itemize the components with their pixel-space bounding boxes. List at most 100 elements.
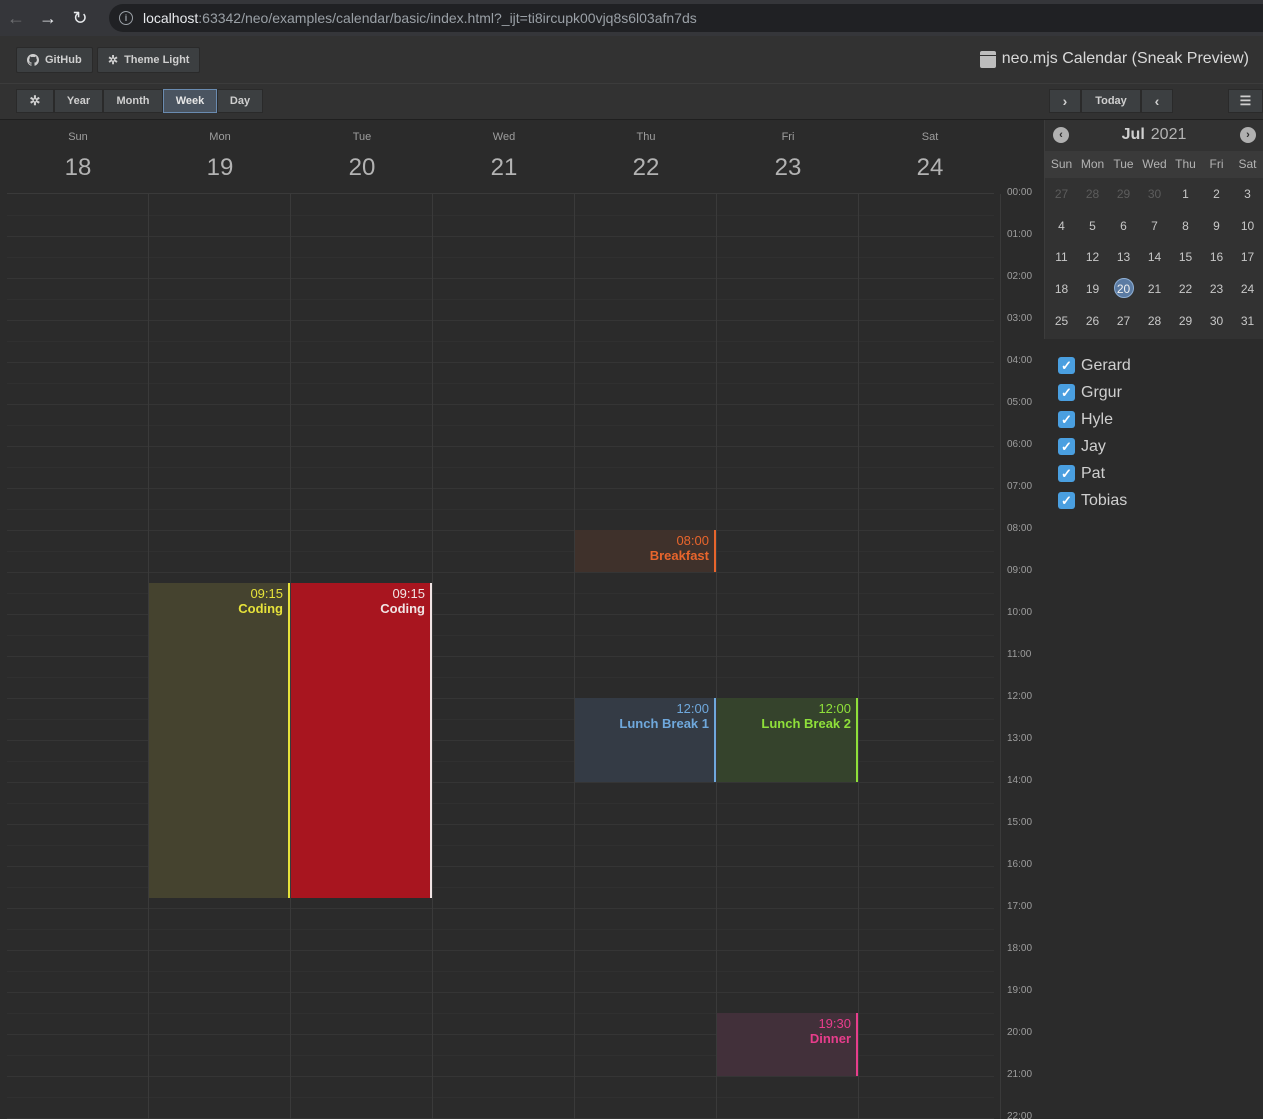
checkbox[interactable]: ✓ [1058, 384, 1075, 401]
date-cell[interactable]: 13 [1108, 246, 1139, 268]
day-header[interactable]: Sat 24 [859, 120, 1001, 193]
date-cell[interactable]: 17 [1232, 246, 1263, 268]
date-cell[interactable]: 2 [1201, 183, 1232, 205]
calendar-item[interactable]: ✓ Gerard [1058, 352, 1131, 379]
date-cell[interactable]: 7 [1139, 215, 1170, 237]
theme-button[interactable]: ✲ Theme Light [97, 47, 201, 73]
date-cell[interactable]: 6 [1108, 215, 1139, 237]
back-icon[interactable]: ← [0, 0, 32, 36]
day-header[interactable]: Wed 21 [433, 120, 575, 193]
date-cell[interactable]: 30 [1201, 310, 1232, 332]
calendar-item[interactable]: ✓ Pat [1058, 460, 1131, 487]
date-cell-label: 18 [1054, 282, 1069, 297]
calendar-item[interactable]: ✓ Grgur [1058, 379, 1131, 406]
day-header[interactable]: Tue 20 [291, 120, 433, 193]
calendar-item[interactable]: ✓ Hyle [1058, 406, 1131, 433]
checkbox[interactable]: ✓ [1058, 492, 1075, 509]
day-number: 18 [64, 154, 92, 181]
calendar-event[interactable]: 09:15 Coding [149, 582, 290, 898]
tab-day[interactable]: Day [217, 89, 263, 113]
checkbox[interactable]: ✓ [1058, 411, 1075, 428]
menu-button[interactable]: ☰ [1228, 89, 1263, 113]
date-cell[interactable]: 27 [1108, 310, 1139, 332]
date-cell[interactable]: 3 [1232, 183, 1263, 205]
github-button[interactable]: GitHub [16, 47, 93, 73]
date-cell[interactable]: 5 [1077, 215, 1108, 237]
date-cell[interactable]: 14 [1139, 246, 1170, 268]
date-cell-label: 20 [1113, 278, 1134, 299]
date-cell[interactable]: 20 [1108, 278, 1139, 300]
date-cell[interactable]: 31 [1232, 310, 1263, 332]
date-cell[interactable]: 15 [1170, 246, 1201, 268]
date-cell[interactable]: 8 [1170, 215, 1201, 237]
time-label: 12:00 [1007, 691, 1033, 702]
date-cell[interactable]: 1 [1170, 183, 1201, 205]
calendar-event[interactable]: 12:00 Lunch Break 1 [575, 698, 716, 782]
address-bar[interactable]: i localhost:63342/neo/examples/calendar/… [109, 4, 1263, 32]
date-cell[interactable]: 10 [1232, 215, 1263, 237]
grid-line [7, 1076, 994, 1077]
date-cell-label: 26 [1085, 313, 1100, 328]
date-cell[interactable]: 16 [1201, 246, 1232, 268]
tab-month[interactable]: Month [103, 89, 163, 113]
next-month-icon[interactable]: › [1240, 127, 1256, 143]
checkbox[interactable]: ✓ [1058, 438, 1075, 455]
date-cell[interactable]: 23 [1201, 278, 1232, 300]
day-number: 23 [774, 154, 802, 181]
date-cell[interactable]: 22 [1170, 278, 1201, 300]
calendar-event[interactable]: 19:30 Dinner [717, 1013, 858, 1076]
date-cell[interactable]: 28 [1139, 310, 1170, 332]
date-cell[interactable]: 18 [1046, 278, 1077, 300]
checkbox[interactable]: ✓ [1058, 357, 1075, 374]
date-cell[interactable]: 12 [1077, 246, 1108, 268]
date-cell[interactable]: 29 [1170, 310, 1201, 332]
calendar-item[interactable]: ✓ Jay [1058, 433, 1131, 460]
grid-line [7, 425, 994, 426]
date-cell-label: 3 [1244, 187, 1251, 201]
date-cell[interactable]: 19 [1077, 278, 1108, 300]
time-label: 07:00 [1007, 481, 1033, 492]
grid-line [7, 929, 994, 930]
date-cell[interactable]: 30 [1139, 183, 1170, 205]
date-cell[interactable]: 25 [1046, 310, 1077, 332]
date-cell[interactable]: 9 [1201, 215, 1232, 237]
date-cell[interactable]: 27 [1046, 183, 1077, 205]
prev-button[interactable]: ‹ [1141, 89, 1173, 113]
day-header[interactable]: Sun 18 [7, 120, 149, 193]
date-cell[interactable]: 26 [1077, 310, 1108, 332]
reload-icon[interactable]: ↻ [64, 0, 96, 36]
info-icon[interactable]: i [119, 11, 133, 25]
time-grid[interactable]: 08:00 Breakfast 09:15 Coding 09:15 Coding 12:0… [7, 193, 1001, 1119]
date-cell[interactable]: 21 [1139, 278, 1170, 300]
tab-week[interactable]: Week [163, 89, 217, 113]
calendar-item[interactable]: ✓ Tobias [1058, 487, 1131, 514]
forward-icon[interactable]: → [32, 0, 64, 36]
calendar-name: Gerard [1081, 356, 1131, 374]
date-cell[interactable]: 28 [1077, 183, 1108, 205]
grid-line [7, 908, 994, 909]
date-cell-label: 7 [1151, 218, 1158, 233]
date-cell-label: 13 [1116, 250, 1131, 265]
next-button[interactable]: › [1049, 89, 1081, 113]
checkbox[interactable]: ✓ [1058, 465, 1075, 482]
date-cell[interactable]: 24 [1232, 278, 1263, 300]
date-cell-label: 10 [1240, 218, 1255, 233]
date-cell[interactable]: 4 [1046, 215, 1077, 237]
date-cell[interactable]: 11 [1046, 246, 1077, 268]
calendar-event[interactable]: 09:15 Coding [291, 582, 432, 898]
date-cell[interactable]: 29 [1108, 183, 1139, 205]
date-cell-label: 2 [1213, 187, 1220, 201]
settings-button[interactable]: ✲ [16, 89, 54, 113]
time-label: 14:00 [1007, 775, 1033, 786]
day-header[interactable]: Fri 23 [717, 120, 859, 193]
github-icon [27, 54, 39, 66]
time-label: 17:00 [1007, 901, 1033, 912]
tab-year[interactable]: Year [54, 89, 103, 113]
day-header[interactable]: Mon 19 [149, 120, 291, 193]
calendar-event[interactable]: 08:00 Breakfast [575, 530, 716, 572]
calendar-event[interactable]: 12:00 Lunch Break 2 [717, 698, 858, 782]
grid-line [7, 572, 994, 573]
day-number: 19 [206, 154, 234, 181]
today-button[interactable]: Today [1081, 89, 1141, 113]
day-header[interactable]: Thu 22 [575, 120, 717, 193]
